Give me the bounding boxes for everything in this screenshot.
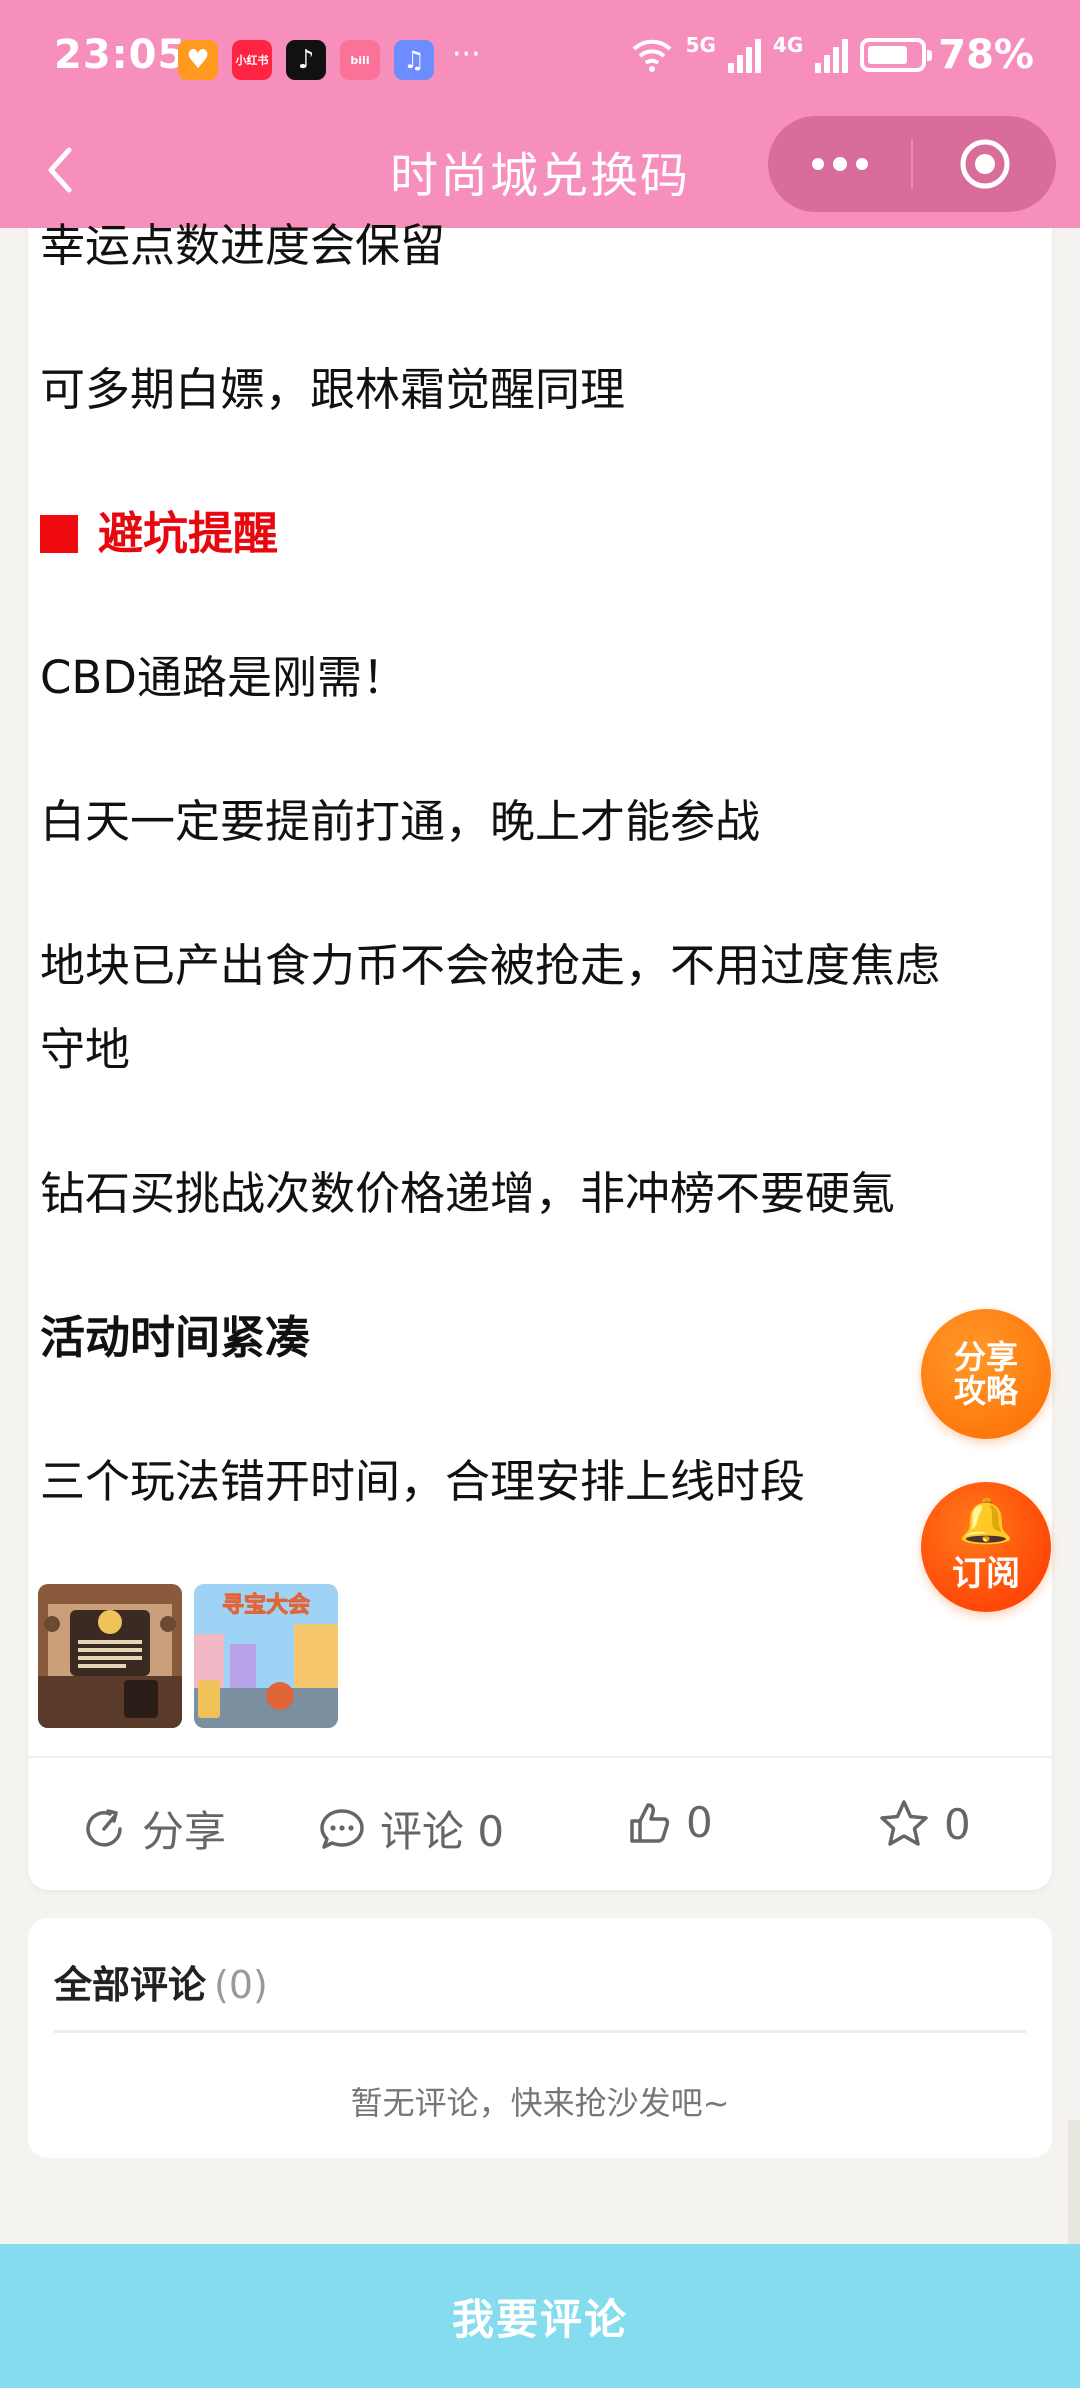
comment-action[interactable]: 评论 0 [318,1798,504,1859]
more-menu-button[interactable] [768,116,911,212]
like-action[interactable]: 0 [624,1798,713,1847]
article-action-bar: 分享 评论 0 0 0 [28,1756,1052,1890]
signal-4g-icon [815,37,849,73]
section-heading-warning: 避坑提醒 [40,492,278,576]
comments-title: 全部评论 [54,1963,207,2007]
target-close-icon [960,139,1009,189]
battery-icon [860,38,933,72]
favorite-count: 0 [944,1799,971,1849]
favorite-action[interactable]: 0 [878,1798,971,1850]
share-guide-label: 分享攻略 [953,1338,1018,1410]
network-4g-label: 4G [772,33,804,57]
status-indicators: 5G 4G 78% [630,32,1034,78]
like-count: 0 [686,1798,713,1847]
more-dots-icon [811,157,868,171]
status-bar: 23:05 ♥ 小红书 ♪ bili ♫ ··· 5G 4G 78% [0,0,1080,120]
share-refresh-icon [86,1808,122,1847]
comments-header: 全部评论 (0) [54,1954,268,2009]
article-paragraph: 可多期白嫖，跟林霜觉醒同理 [40,363,626,416]
write-comment-label: 我要评论 [451,2294,628,2344]
wifi-icon [632,39,671,72]
comment-label: 评论 0 [380,1807,505,1856]
article-paragraph-continued: 守地 [40,1023,131,1076]
article-paragraph: 白天一定要提前打通，晚上才能参战 [40,795,761,848]
article-paragraph: 三个玩法错开时间，合理安排上线时段 [40,1455,806,1508]
music-icon: ♫ [394,40,434,80]
article-card: 幸运点数进度会保留 可多期白嫖，跟林霜觉醒同理 避坑提醒 CBD通路是刚需！ 白… [28,219,1052,1890]
xiaohongshu-icon: 小红书 [232,40,272,80]
more-notifications-icon: ··· [452,36,481,72]
bell-icon: 🔔 [958,1495,1014,1547]
heart-app-icon: ♥ [178,40,218,80]
bilibili-icon: bili [340,40,380,80]
article-paragraph: 钻石买挑战次数价格递增，非冲榜不要硬氪 [40,1167,896,1220]
signal-5g-icon [727,37,761,73]
battery-level-fill [868,46,908,64]
subscribe-floating-button[interactable]: 🔔 订阅 [921,1482,1051,1612]
article-image-thumbnail[interactable]: 寻宝大会 [194,1584,338,1728]
notification-icons: ♥ 小红书 ♪ bili ♫ ··· [178,36,481,80]
game-room-image [38,1584,182,1728]
share-action[interactable]: 分享 [80,1798,226,1859]
comments-count: (0) [214,1963,268,2007]
write-comment-button[interactable]: 我要评论 [0,2244,1080,2388]
network-5g-label: 5G [685,33,716,57]
star-icon [880,1800,928,1846]
top-bar: 23:05 ♥ 小红书 ♪ bili ♫ ··· 5G 4G 78% 时尚城兑换… [0,0,1080,228]
scrollbar [1068,2120,1080,2244]
close-miniprogram-button[interactable] [913,116,1056,212]
tiktok-icon: ♪ [286,40,326,80]
status-time: 23:05 [54,32,187,78]
share-label: 分享 [142,1807,227,1856]
subscribe-label: 订阅 [952,1553,1020,1594]
no-comments-message: 暂无评论，快来抢沙发吧~ [350,2084,730,2122]
red-square-icon [40,515,78,553]
section-heading: 活动时间紧凑 [40,1311,311,1364]
article-paragraph: CBD通路是刚需！ [40,651,407,704]
miniprogram-capsule [768,116,1056,212]
comment-bubble-icon [320,1808,364,1849]
thumbs-up-icon [630,1802,670,1843]
share-guide-floating-button[interactable]: 分享攻略 [921,1309,1051,1439]
section-heading-text: 避坑提醒 [98,507,279,560]
game-banner-text: 寻宝大会 [222,1592,310,1618]
article-image-thumbnail[interactable] [38,1584,182,1728]
battery-percent: 78% [938,32,1034,78]
game-city-image: 寻宝大会 [194,1584,338,1728]
comments-section: 全部评论 (0) 暂无评论，快来抢沙发吧~ [28,1918,1052,2158]
article-paragraph: 幸运点数进度会保留 [40,219,446,272]
comments-divider [54,2030,1026,2033]
article-paragraph: 地块已产出食力币不会被抢走，不用过度焦虑 [40,939,941,992]
